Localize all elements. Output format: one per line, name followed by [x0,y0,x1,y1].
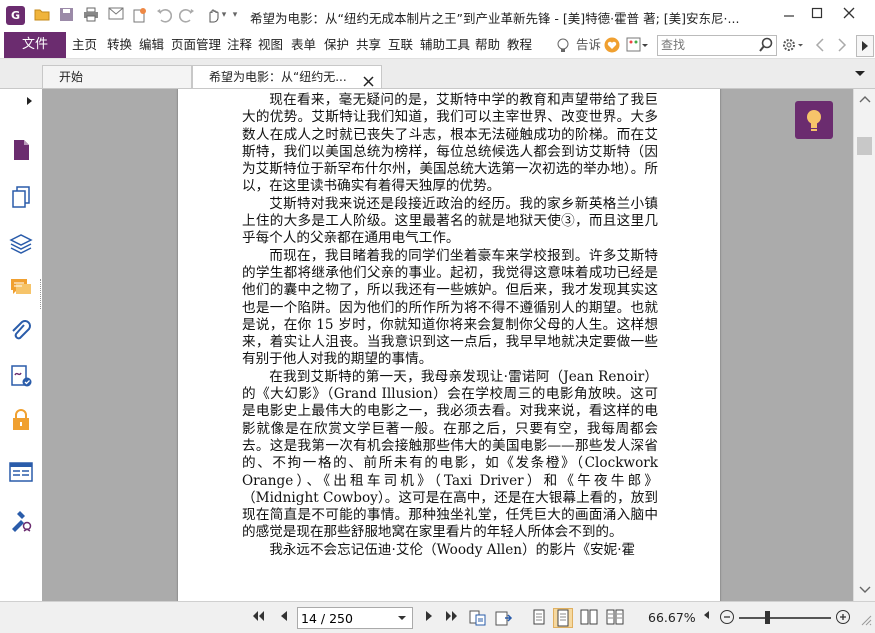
title-bar: G ▾ ▾ 希望为电影：从“纽约无成本制片之王”到产业革新先锋 - [美]特德·… [0,0,875,33]
menu-home[interactable]: 主页 [72,32,97,58]
undo-icon[interactable] [155,7,172,24]
lightbulb-icon [807,110,821,131]
menu-edit[interactable]: 编辑 [139,32,164,58]
menu-connect[interactable]: 互联 [388,32,413,58]
next-page-button[interactable] [420,609,438,627]
paragraph: 在我到艾斯特的第一天，我母亲发现让·雷诺阿（Jean Renoir）的《大幻影》… [242,368,658,541]
document-view[interactable]: 现在看来，毫无疑问的是，艾斯特中学的教育和声望带给了我巨大的优势。艾斯特让我们知… [42,89,853,601]
continuous-view-button[interactable] [553,608,573,628]
tab-start-label: 开始 [59,70,84,84]
menu-protect[interactable]: 保护 [324,32,349,58]
search-input[interactable] [661,37,753,53]
signature-icon[interactable] [8,363,34,389]
print-icon[interactable] [82,7,99,24]
new-icon[interactable] [131,7,148,24]
zoom-slider-track[interactable] [739,617,831,619]
window-title: 希望为电影：从“纽约无成本制片之王”到产业革新先锋 - [美]特德·霍普 著; … [250,11,740,26]
menu-help[interactable]: 帮助 [475,32,500,58]
layers-icon[interactable] [8,184,34,210]
first-page-button[interactable] [249,609,267,627]
tell-me-label[interactable]: 告诉 [576,32,601,58]
customize-icon[interactable]: ▾ [230,7,240,24]
tab-list-dropdown-icon[interactable] [853,66,867,80]
zoom-dropdown-icon[interactable] [700,609,712,627]
zoom-level-text[interactable]: 66.67% [648,610,696,625]
search-box[interactable] [657,35,777,56]
menu-share[interactable]: 共享 [356,32,381,58]
zoom-slider-thumb[interactable] [765,611,771,624]
menu-tutorial[interactable]: 教程 [507,32,532,58]
resize-grip-icon[interactable] [858,612,872,626]
email-icon[interactable] [107,7,124,24]
lightbulb-icon[interactable] [555,37,571,53]
accessibility-icon[interactable] [8,507,34,533]
page-thumbnail-icon[interactable] [8,137,34,163]
ribbon-menu-bar: 文件 主页 转换 编辑 页面管理 注释 视图 表单 保护 共享 互联 辅助工具 … [0,32,875,59]
expand-panel-icon[interactable] [24,95,34,107]
zoom-in-button[interactable] [834,609,852,627]
form-fields-icon[interactable] [8,459,34,485]
tips-lightbulb-button[interactable] [795,101,833,139]
paragraph: 而现在，我目睹着我的同学们坐着豪车来学校报到。许多艾斯特的学生都将继承他们父亲的… [242,247,658,368]
menu-form[interactable]: 表单 [291,32,316,58]
search-icon[interactable] [758,37,774,53]
share-page-button[interactable] [494,609,514,627]
app-logo[interactable]: G [6,6,25,25]
reflow-page-button[interactable] [468,609,488,627]
close-button[interactable] [838,4,860,26]
redo-icon[interactable] [178,7,195,24]
navigation-sidebar [0,89,43,601]
scroll-down-icon[interactable] [858,584,872,596]
scroll-up-icon[interactable] [858,93,872,105]
document-tab-bar: 开始 希望为电影：从“纽约无... [0,59,875,89]
last-page-button[interactable] [443,609,461,627]
page-dropdown-icon[interactable] [396,612,408,624]
facing-view-button[interactable] [580,609,598,627]
bookmarks-icon[interactable] [8,230,34,256]
page-number-box[interactable] [297,607,413,629]
menu-page-management[interactable]: 页面管理 [171,32,221,58]
menu-view[interactable]: 视图 [258,32,283,58]
comments-icon[interactable] [8,275,34,301]
ribbon-scroll-left-icon[interactable] [814,37,826,53]
file-menu-button[interactable]: 文件 [4,32,66,58]
paragraph: 现在看来，毫无疑问的是，艾斯特中学的教育和声望带给了我巨大的优势。艾斯特让我们知… [242,92,658,195]
chevron-down-icon[interactable]: ▾ [219,7,229,24]
close-tab-icon[interactable] [363,72,374,87]
previous-page-button[interactable] [275,609,293,627]
paragraph: 艾斯特对我来说还是段接近政治的经历。我的家乡新英格兰小镇上住的大多是工人阶级。这… [242,195,658,247]
page-body-text: 现在看来，毫无疑问的是，艾斯特中学的教育和声望带给了我巨大的优势。艾斯特让我们知… [242,92,658,559]
continuous-facing-view-button[interactable] [606,609,624,627]
ribbon-collapse-icon[interactable] [836,37,848,53]
ribbon-scroll-right-button[interactable] [856,35,874,57]
scrollbar-thumb[interactable] [857,137,872,155]
heart-icon[interactable] [604,37,620,53]
zoom-out-button[interactable] [718,609,736,627]
security-icon[interactable] [8,407,34,433]
single-page-view-button[interactable] [530,609,548,627]
tab-document[interactable]: 希望为电影：从“纽约无... [192,65,382,88]
minimize-button[interactable] [778,4,800,26]
tab-start[interactable]: 开始 [42,65,192,88]
menu-accessibility[interactable]: 辅助工具 [420,32,470,58]
save-icon[interactable] [58,7,75,24]
page-number-input[interactable] [301,610,386,626]
settings-gear-icon[interactable] [781,36,805,54]
paragraph: 我永远不会忘记伍迪·艾伦（Woody Allen）的影片《安妮·霍 [269,541,636,558]
skin-icon[interactable] [626,36,648,54]
menu-comment[interactable]: 注释 [227,32,252,58]
menu-convert[interactable]: 转换 [107,32,132,58]
attachments-icon[interactable] [8,319,34,345]
open-folder-icon[interactable] [34,7,51,24]
pdf-page: 现在看来，毫无疑问的是，艾斯特中学的教育和声望带给了我巨大的优势。艾斯特让我们知… [178,89,720,601]
status-bar: 66.67% [0,601,875,633]
vertical-scrollbar[interactable] [853,89,875,601]
tab-document-label: 希望为电影：从“纽约无... [209,70,347,84]
maximize-button[interactable] [806,4,828,26]
